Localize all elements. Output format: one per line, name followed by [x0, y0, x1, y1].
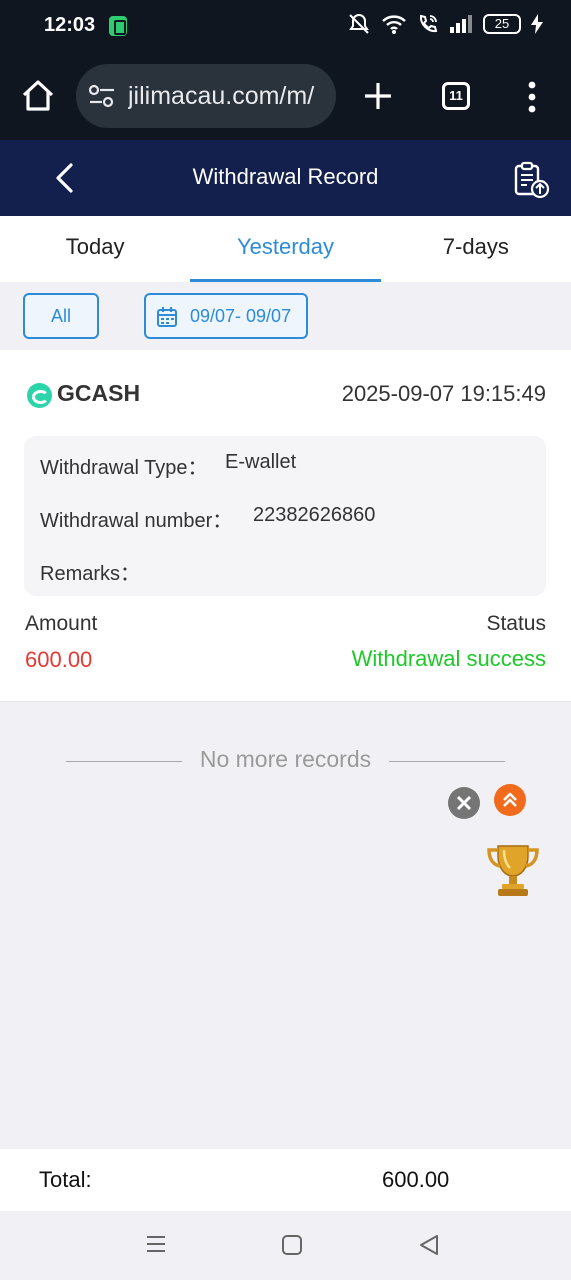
type-filter-button[interactable]: All — [23, 293, 99, 339]
status-bar: 12:03 25 — [0, 0, 571, 52]
record-datetime: 2025-09-07 19:15:49 — [341, 381, 546, 406]
record-details: Withdrawal Type： E-wallet Withdrawal num… — [24, 436, 546, 596]
double-chevron-up-icon — [503, 792, 517, 807]
calendar-icon — [157, 307, 177, 327]
remarks-label: Remarks： — [40, 563, 141, 585]
nav-back-icon[interactable] — [418, 1233, 440, 1257]
status-time: 12:03 — [44, 14, 96, 36]
close-icon — [456, 795, 472, 811]
nav-home-icon[interactable] — [282, 1235, 302, 1255]
scroll-top-button[interactable] — [494, 784, 526, 816]
status-icons: 25 — [347, 12, 543, 36]
provider-name: GCASH — [57, 380, 141, 406]
list-end-indicator: No more records — [66, 746, 505, 776]
wifi-call-icon — [419, 14, 438, 33]
remarks-row: Remarks： — [40, 557, 140, 586]
clipboard-upload-icon[interactable] — [512, 160, 552, 200]
withdrawal-record-card: GCASH 2025-09-07 19:15:49 Withdrawal Typ… — [0, 350, 571, 702]
amount-value: 600.00 — [25, 647, 93, 672]
site-settings-icon[interactable] — [88, 84, 116, 108]
withdrawal-type-label: Withdrawal Type： — [40, 457, 208, 479]
withdrawal-number-label: Withdrawal number： — [40, 510, 233, 532]
total-label: Total: — [39, 1167, 92, 1192]
withdrawal-number-row: Withdrawal number： 22382626860 — [40, 504, 375, 533]
address-bar[interactable]: jilimacau.com/m/ — [76, 64, 336, 128]
total-value: 600.00 — [382, 1167, 450, 1192]
tab-7-days[interactable]: 7-days — [381, 216, 571, 282]
battery-icon: 25 — [483, 14, 521, 34]
withdrawal-type-value: E-wallet — [225, 451, 297, 473]
home-icon[interactable] — [20, 78, 56, 114]
app-notification-icon — [109, 16, 127, 36]
url-text: jilimacau.com/m/ — [128, 82, 315, 110]
tab-count: 11 — [449, 88, 463, 103]
more-options-icon[interactable] — [522, 80, 542, 114]
tab-yesterday[interactable]: Yesterday — [190, 216, 381, 282]
system-nav-bar — [0, 1211, 571, 1280]
wifi-icon — [382, 15, 406, 34]
date-range-text: 09/07- 09/07 — [190, 306, 292, 326]
list-end-text: No more records — [199, 746, 372, 772]
date-tabs: Today Yesterday 7-days — [0, 216, 571, 282]
divider-right — [389, 761, 505, 762]
withdrawal-type-row: Withdrawal Type： E-wallet — [40, 451, 296, 480]
close-float-button[interactable] — [448, 787, 480, 819]
tab-switcher-icon[interactable]: 11 — [442, 82, 470, 110]
filter-bar: All 09/07- 09/07 — [0, 282, 571, 350]
gcash-logo-icon — [27, 383, 52, 408]
tab-today[interactable]: Today — [0, 216, 190, 282]
new-tab-icon[interactable] — [362, 80, 394, 112]
signal-icon — [450, 15, 472, 33]
app-header: Withdrawal Record — [0, 140, 571, 216]
mute-icon — [349, 13, 369, 34]
browser-toolbar: jilimacau.com/m/ 11 — [0, 52, 571, 140]
trophy-icon[interactable] — [484, 840, 542, 900]
status-value: Withdrawal success — [351, 646, 546, 671]
page-title: Withdrawal Record — [192, 164, 379, 189]
charging-icon — [531, 14, 543, 34]
status-label: Status — [486, 612, 546, 635]
total-bar: Total: 600.00 — [0, 1149, 571, 1211]
battery-level: 25 — [494, 16, 510, 31]
date-range-button[interactable]: 09/07- 09/07 — [144, 293, 308, 339]
withdrawal-number-value: 22382626860 — [253, 504, 376, 526]
recent-apps-icon[interactable] — [145, 1233, 167, 1255]
amount-label: Amount — [25, 612, 98, 635]
